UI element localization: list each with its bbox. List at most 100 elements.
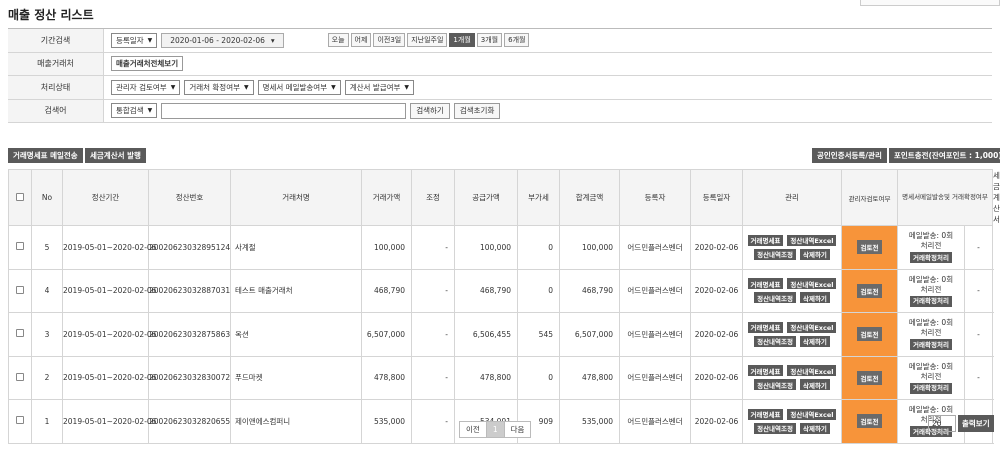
cell-supply: 100,000 — [454, 225, 518, 270]
excel-download-button[interactable]: 정산내역Excel — [787, 365, 837, 377]
statement-button[interactable]: 거래명세표 — [747, 234, 784, 246]
adjust-settlement-button[interactable]: 정산내역조정 — [754, 248, 796, 260]
status-filter-select[interactable]: 계산서 발급여부 ▼ — [344, 79, 415, 95]
point-charge-button[interactable]: 포인트충전(잔여포인트 : 1,000) — [889, 148, 1000, 163]
row-select-cell — [8, 268, 32, 313]
cell-vat: 0 — [517, 355, 560, 400]
cell-no: 5 — [31, 225, 63, 270]
excel-download-button[interactable]: 정산내역Excel — [787, 408, 837, 420]
cell-total: 468,790 — [559, 268, 620, 313]
mail-confirm-cell: 메일발송: 0회 처리전 거래확정처리 — [897, 268, 965, 313]
period-preset-button[interactable]: 지난일주일 — [407, 33, 448, 48]
row-checkbox[interactable] — [16, 329, 24, 338]
delete-button[interactable]: 삭제하기 — [799, 292, 830, 304]
confirm-trade-button[interactable]: 거래확정처리 — [910, 382, 952, 394]
column-header: 명세서메일발송및 거래확정여부 — [896, 169, 994, 226]
row-checkbox[interactable] — [16, 242, 24, 251]
period-preset-button[interactable]: 이전3일 — [373, 33, 406, 48]
per-page-input[interactable]: 20 — [928, 415, 956, 432]
admin-review-cell: 검토전 — [841, 312, 898, 357]
excel-download-button[interactable]: 정산내역Excel — [787, 321, 837, 333]
process-status: 처리전 — [920, 241, 942, 251]
cell-no: 1 — [31, 399, 63, 444]
status-filter-select[interactable]: 관리자 검토여부 ▼ — [111, 79, 181, 95]
cell-registrant: 어드민플러스벤더 — [619, 312, 691, 357]
client-label: 매출거래처 — [8, 52, 104, 75]
period-preset-button[interactable]: 3개월 — [476, 33, 503, 48]
column-header: 정산기간 — [62, 169, 149, 226]
row-checkbox[interactable] — [16, 372, 24, 381]
statement-button[interactable]: 거래명세표 — [747, 321, 784, 333]
review-status-button[interactable]: 검토전 — [856, 370, 883, 385]
statement-button[interactable]: 거래명세표 — [747, 365, 784, 377]
email-statement-button[interactable]: 거래명세표 메일전송 — [8, 148, 83, 163]
reset-search-button[interactable]: 검색초기화 — [453, 102, 501, 119]
cell-registrant: 어드민플러스벤더 — [619, 355, 691, 400]
cell-invoice: - — [963, 312, 994, 357]
excel-download-button[interactable]: 정산내역Excel — [787, 278, 837, 290]
cell-total: 100,000 — [559, 225, 620, 270]
issue-invoice-button[interactable]: 세금계산서 발행 — [85, 148, 146, 163]
delete-button[interactable]: 삭제하기 — [799, 248, 830, 260]
adjust-settlement-button[interactable]: 정산내역조정 — [754, 422, 796, 434]
cell-adjust: - — [411, 268, 455, 313]
confirm-trade-button[interactable]: 거래확정처리 — [910, 252, 952, 264]
search-button[interactable]: 검색하기 — [410, 102, 450, 119]
next-page-button[interactable]: 다음 — [503, 421, 532, 438]
confirm-trade-button[interactable]: 거래확정처리 — [910, 295, 952, 307]
table-row: 2 2019-05-01~2020-02-06 20020623032830072 푸… — [8, 355, 994, 400]
statement-button[interactable]: 거래명세표 — [747, 408, 784, 420]
confirm-trade-button[interactable]: 거래확정처리 — [910, 339, 952, 351]
cell-invoice: - — [963, 355, 994, 400]
statement-button[interactable]: 거래명세표 — [747, 278, 784, 290]
date-type-select[interactable]: 등록일자 ▼ — [111, 32, 158, 48]
cell-registrant: 어드민플러스벤더 — [619, 225, 691, 270]
period-preset-button[interactable]: 어제 — [350, 33, 372, 48]
delete-button[interactable]: 삭제하기 — [799, 335, 830, 347]
status-label: 처리상태 — [8, 76, 104, 99]
column-header: 거래처명 — [230, 169, 362, 226]
column-header: 공급가액 — [454, 169, 518, 226]
view-all-clients-button[interactable]: 매출거래처전체보기 — [111, 56, 184, 72]
keyword-input[interactable] — [161, 102, 407, 119]
apply-per-page-button[interactable]: 출력보기 — [958, 415, 994, 432]
current-page[interactable]: 1 — [485, 421, 505, 438]
period-preset-button[interactable]: 1개월 — [449, 33, 475, 48]
status-filter-select[interactable]: 명세서 메일발송여부 ▼ — [257, 79, 341, 95]
period-preset-button[interactable]: 오늘 — [327, 33, 349, 48]
review-status-button[interactable]: 검토전 — [856, 327, 883, 342]
mail-send-count: 메일발송: 0회 — [908, 318, 954, 328]
mail-send-count: 메일발송: 0회 — [908, 361, 954, 371]
cell-no: 3 — [31, 312, 63, 357]
select-all-checkbox[interactable] — [16, 192, 24, 201]
cell-period: 2019-05-01~2020-02-06 — [62, 268, 156, 313]
period-preset-button[interactable]: 6개월 — [504, 33, 530, 48]
cell-no: 4 — [31, 268, 63, 313]
adjust-settlement-button[interactable]: 정산내역조정 — [754, 335, 796, 347]
row-checkbox[interactable] — [16, 416, 24, 425]
review-status-button[interactable]: 검토전 — [856, 240, 883, 255]
column-header: 거래가액 — [361, 169, 412, 226]
manage-cell: 거래명세표 정산내역Excel 정산내역조정 삭제하기 — [742, 312, 842, 357]
settlement-table: No 정산기간 정산번호 거래처명 거래가액 조정 공급가액 부가세 합계금액 등록자 등록일자 관리… — [8, 169, 1000, 444]
delete-button[interactable]: 삭제하기 — [799, 379, 830, 391]
prev-page-button[interactable]: 이전 — [459, 421, 487, 438]
cert-register-button[interactable]: 공인인증서등록/관리 — [812, 148, 887, 163]
column-header: 조정 — [411, 169, 455, 226]
status-filter-select[interactable]: 거래처 확정여부 ▼ — [184, 79, 254, 95]
manage-cell: 거래명세표 정산내역Excel 정산내역조정 삭제하기 — [742, 399, 842, 444]
row-checkbox[interactable] — [16, 285, 24, 294]
cell-trade: 100,000 — [361, 225, 412, 270]
review-status-button[interactable]: 검토전 — [856, 283, 883, 298]
cell-settle-no: 20020623032887031 — [148, 268, 231, 313]
adjust-settlement-button[interactable]: 정산내역조정 — [754, 379, 796, 391]
excel-download-button[interactable]: 정산내역Excel — [787, 234, 837, 246]
column-header: 정산번호 — [148, 169, 231, 226]
cell-invoice: - — [963, 225, 994, 270]
delete-button[interactable]: 삭제하기 — [799, 422, 830, 434]
keyword-type-select[interactable]: 통합검색 ▼ — [111, 103, 158, 119]
adjust-settlement-button[interactable]: 정산내역조정 — [754, 292, 796, 304]
review-status-button[interactable]: 검토전 — [856, 414, 883, 429]
status-row: 처리상태 관리자 검토여부 ▼ 거래처 확정여부 ▼ 명세서 메일발송여부 ▼ 계산서 발급… — [8, 76, 992, 100]
date-range-picker[interactable]: 2020-01-06 - 2020-02-06 ▾ — [161, 32, 284, 48]
